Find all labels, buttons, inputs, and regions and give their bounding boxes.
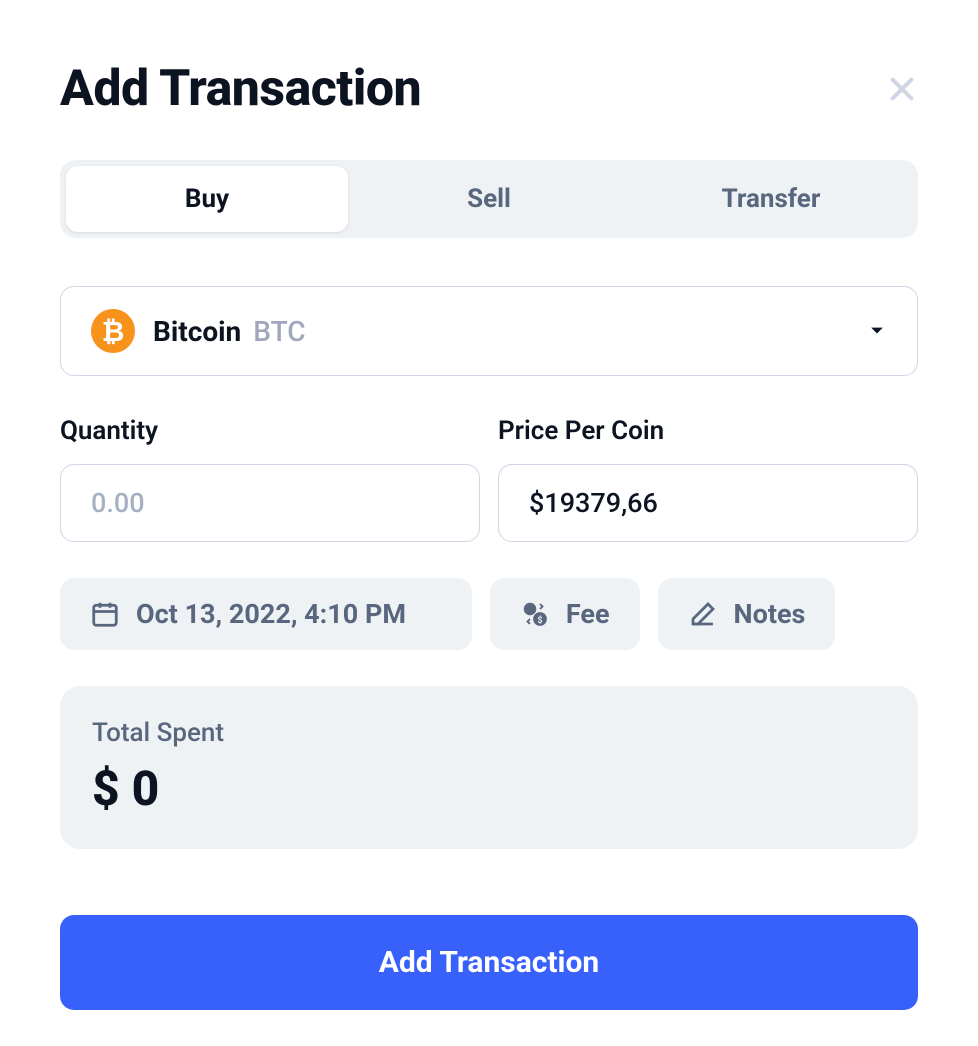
fee-icon: $ — [520, 599, 550, 629]
quantity-input[interactable] — [60, 464, 480, 542]
notes-label: Notes — [734, 598, 806, 630]
price-input[interactable] — [498, 464, 918, 542]
total-label: Total Spent — [92, 718, 886, 748]
coin-selector[interactable]: ₿ Bitcoin BTC — [60, 286, 918, 376]
fee-label: Fee — [566, 598, 610, 630]
date-chip[interactable]: Oct 13, 2022, 4:10 PM — [60, 578, 472, 650]
date-label: Oct 13, 2022, 4:10 PM — [136, 598, 406, 630]
notes-icon — [688, 599, 718, 629]
chevron-down-icon — [867, 321, 887, 341]
transaction-type-tabs: Buy Sell Transfer — [60, 160, 918, 238]
notes-chip[interactable]: Notes — [658, 578, 836, 650]
close-icon[interactable] — [886, 73, 918, 105]
coin-symbol: BTC — [253, 315, 305, 348]
tab-sell[interactable]: Sell — [348, 166, 630, 232]
calendar-icon — [90, 599, 120, 629]
page-title: Add Transaction — [60, 60, 421, 118]
coin-name: Bitcoin — [153, 315, 241, 348]
quantity-label: Quantity — [60, 416, 480, 446]
bitcoin-icon: ₿ — [91, 309, 135, 353]
tab-buy[interactable]: Buy — [66, 166, 348, 232]
price-label: Price Per Coin — [498, 416, 918, 446]
add-transaction-button[interactable]: Add Transaction — [60, 915, 918, 1010]
total-value: $ 0 — [92, 760, 886, 817]
fee-chip[interactable]: $ Fee — [490, 578, 640, 650]
svg-text:$: $ — [537, 615, 542, 626]
total-box: Total Spent $ 0 — [60, 686, 918, 849]
tab-transfer[interactable]: Transfer — [630, 166, 912, 232]
